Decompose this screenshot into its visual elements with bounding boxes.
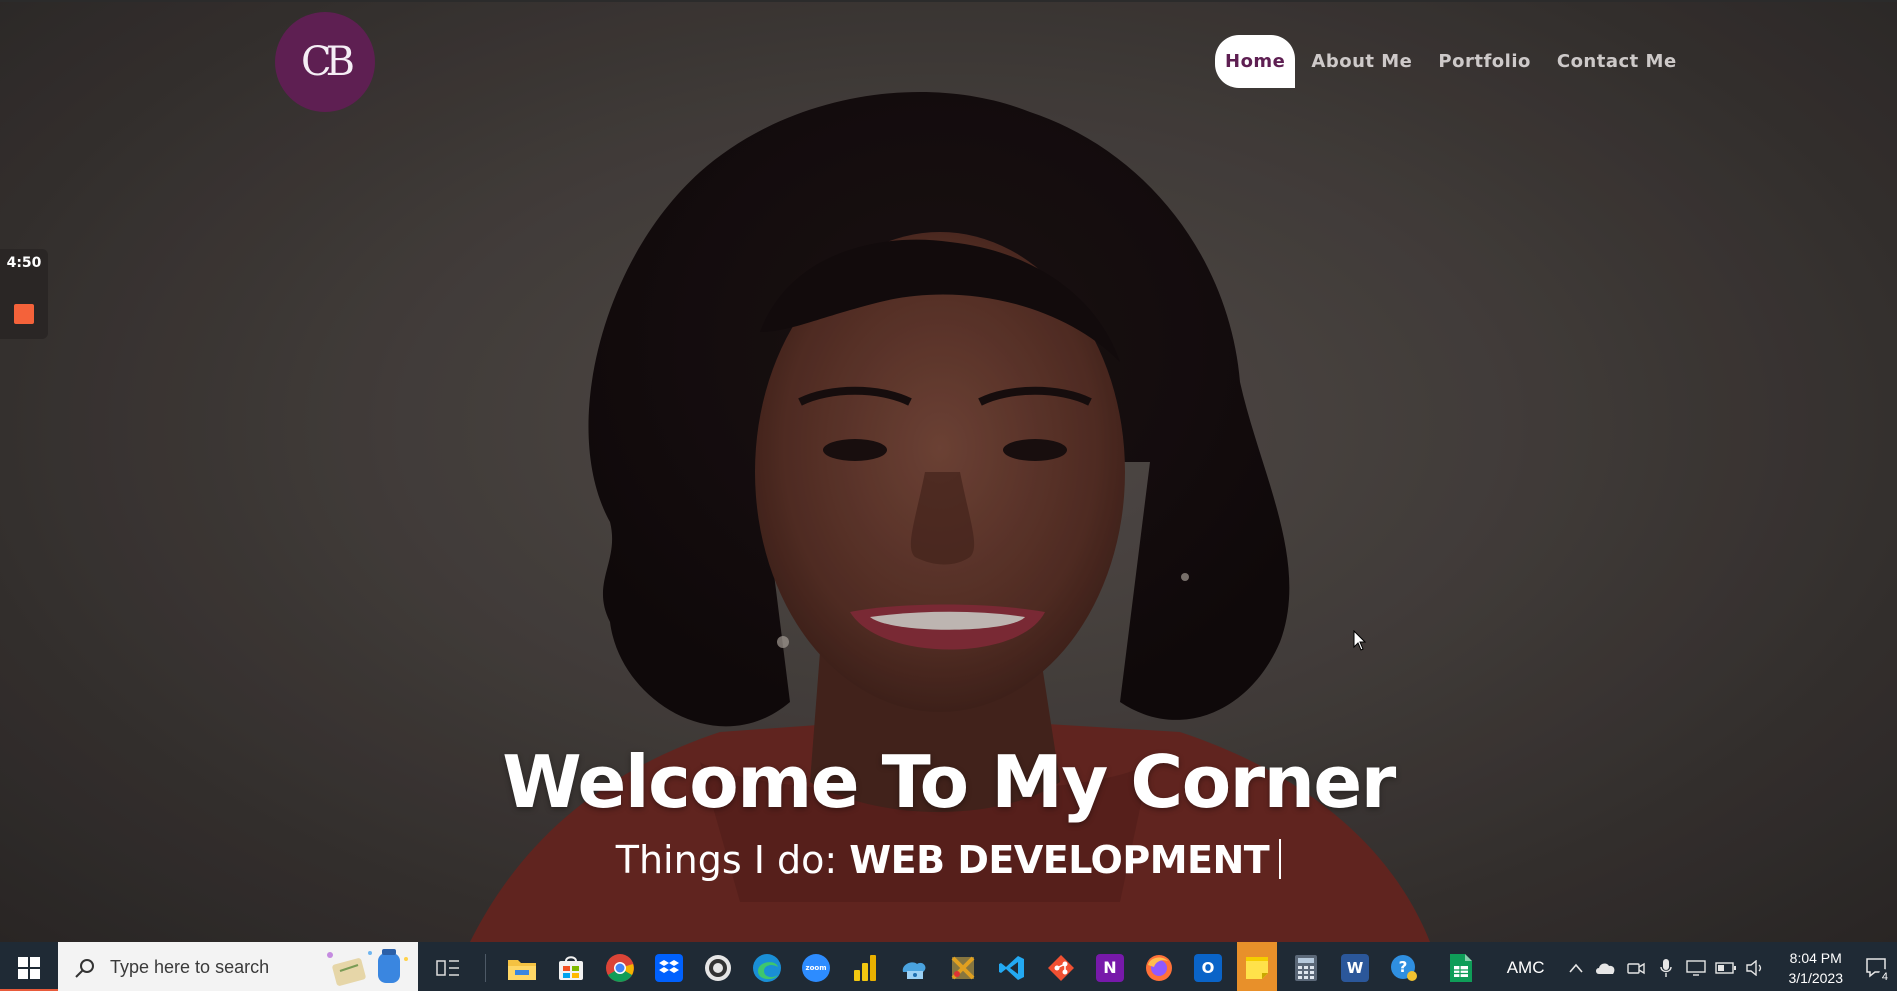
tagline-typed-text: WEB DEVELOPMENT [849,838,1270,882]
tray-display[interactable] [1684,942,1708,991]
search-icon [75,958,94,978]
search-input[interactable] [108,956,312,979]
start-button[interactable] [0,942,92,991]
dropbox-icon [655,953,683,982]
chrome-icon [606,953,634,982]
taskbar-app-onenote[interactable]: N [1090,942,1130,991]
speaker-icon [1745,959,1761,976]
recording-timer: 4:50 [6,255,42,271]
taskbar-app-zoom[interactable]: zoom [796,942,836,991]
hero-headline: Welcome To My Corner [502,740,1396,824]
snipping-tool-icon [951,956,975,979]
taskbar-divider [484,953,486,982]
nav-portfolio[interactable]: Portfolio [1428,37,1540,86]
mouse-pointer-icon [1353,630,1367,651]
taskbar-app-file-explorer[interactable] [502,942,542,991]
system-tray: AMC 8:04 PM 3/1/2023 4 [1507,942,1897,991]
sticky-notes-icon [1246,956,1268,979]
typing-caret [1279,839,1282,879]
clock-time: 8:04 PM [1789,949,1842,966]
git-icon [1048,954,1074,981]
tray-meet-now[interactable] [1624,942,1648,991]
taskbar-app-sheets[interactable] [1441,942,1481,991]
taskbar-app-github-desktop[interactable] [698,942,738,991]
camera-icon [1626,962,1645,974]
nav-contact-me[interactable]: Contact Me [1547,37,1687,86]
taskbar-app-chrome[interactable] [600,942,640,991]
github-desktop-icon [705,954,731,981]
file-explorer-icon [508,959,536,980]
hero-tagline: Things I do: WEB DEVELOPMENT [0,838,1897,882]
taskbar-app-vscode[interactable] [992,942,1032,991]
firefox-icon [1146,954,1172,981]
taskbar-app-azure-data-studio[interactable] [894,942,934,991]
power-bi-icon [854,954,876,981]
microphone-icon [1659,958,1672,977]
nav-about-me[interactable]: About Me [1301,37,1422,86]
tagline-prefix: Things I do: [615,838,838,882]
task-view-icon [436,959,459,976]
word-icon: W [1341,953,1369,982]
taskbar-app-get-help[interactable]: ? [1384,942,1424,991]
screen-recorder-widget: 4:50 [0,249,48,339]
taskbar-app-store[interactable] [551,942,591,991]
microsoft-store-icon [559,955,583,980]
taskbar-app-power-bi[interactable] [845,942,885,991]
azure-data-studio-icon [902,961,926,979]
taskbar-app-firefox[interactable] [1139,942,1179,991]
main-nav: Home About Me Portfolio Contact Me [1215,35,1687,88]
tray-volume[interactable] [1744,942,1768,991]
nav-home[interactable]: Home [1215,35,1296,88]
taskbar-app-word[interactable]: W [1335,942,1375,991]
taskbar-search[interactable] [58,942,418,991]
task-view-button[interactable] [428,942,468,991]
tray-user-label[interactable]: AMC [1507,958,1545,978]
display-icon [1685,959,1706,976]
taskbar-app-sticky-notes[interactable] [1237,942,1277,991]
get-help-icon: ? [1391,954,1417,981]
onenote-icon: N [1096,953,1124,982]
vscode-icon [999,955,1024,980]
taskbar-clock[interactable]: 8:04 PM 3/1/2023 [1789,948,1844,988]
show-hidden-icons-button[interactable] [1564,942,1588,991]
action-center-button[interactable]: 4 [1857,942,1897,991]
windows-logo-icon [18,956,40,979]
taskbar-app-git[interactable] [1041,942,1081,991]
notification-count: 4 [1881,971,1888,983]
tray-microphone[interactable] [1654,942,1678,991]
outlook-icon: O [1194,953,1222,982]
taskbar-app-edge[interactable] [747,942,787,991]
zoom-icon: zoom [802,953,830,982]
windows-taskbar: zoom N O [0,942,1897,991]
search-highlight-illustration-icon [327,949,408,986]
edge-icon [753,953,781,982]
chevron-up-icon [1568,963,1583,973]
site-logo[interactable]: CB [275,12,375,112]
taskbar-app-dropbox[interactable] [649,942,689,991]
clock-date: 3/1/2023 [1788,969,1844,986]
tray-battery[interactable] [1714,942,1738,991]
taskbar-app-outlook[interactable]: O [1188,942,1228,991]
calculator-icon [1295,954,1317,981]
taskbar-app-calculator[interactable] [1286,942,1326,991]
svg-text:?: ? [1399,958,1408,976]
browser-viewport: CB Home About Me Portfolio Contact Me 4:… [0,0,1897,991]
sheets-icon [1449,953,1472,982]
stop-recording-button[interactable] [14,304,34,324]
cloud-icon [1595,963,1614,974]
battery-icon [1714,961,1736,974]
taskbar-app-snipping-tool[interactable] [943,942,983,991]
tray-onedrive[interactable] [1594,942,1618,991]
